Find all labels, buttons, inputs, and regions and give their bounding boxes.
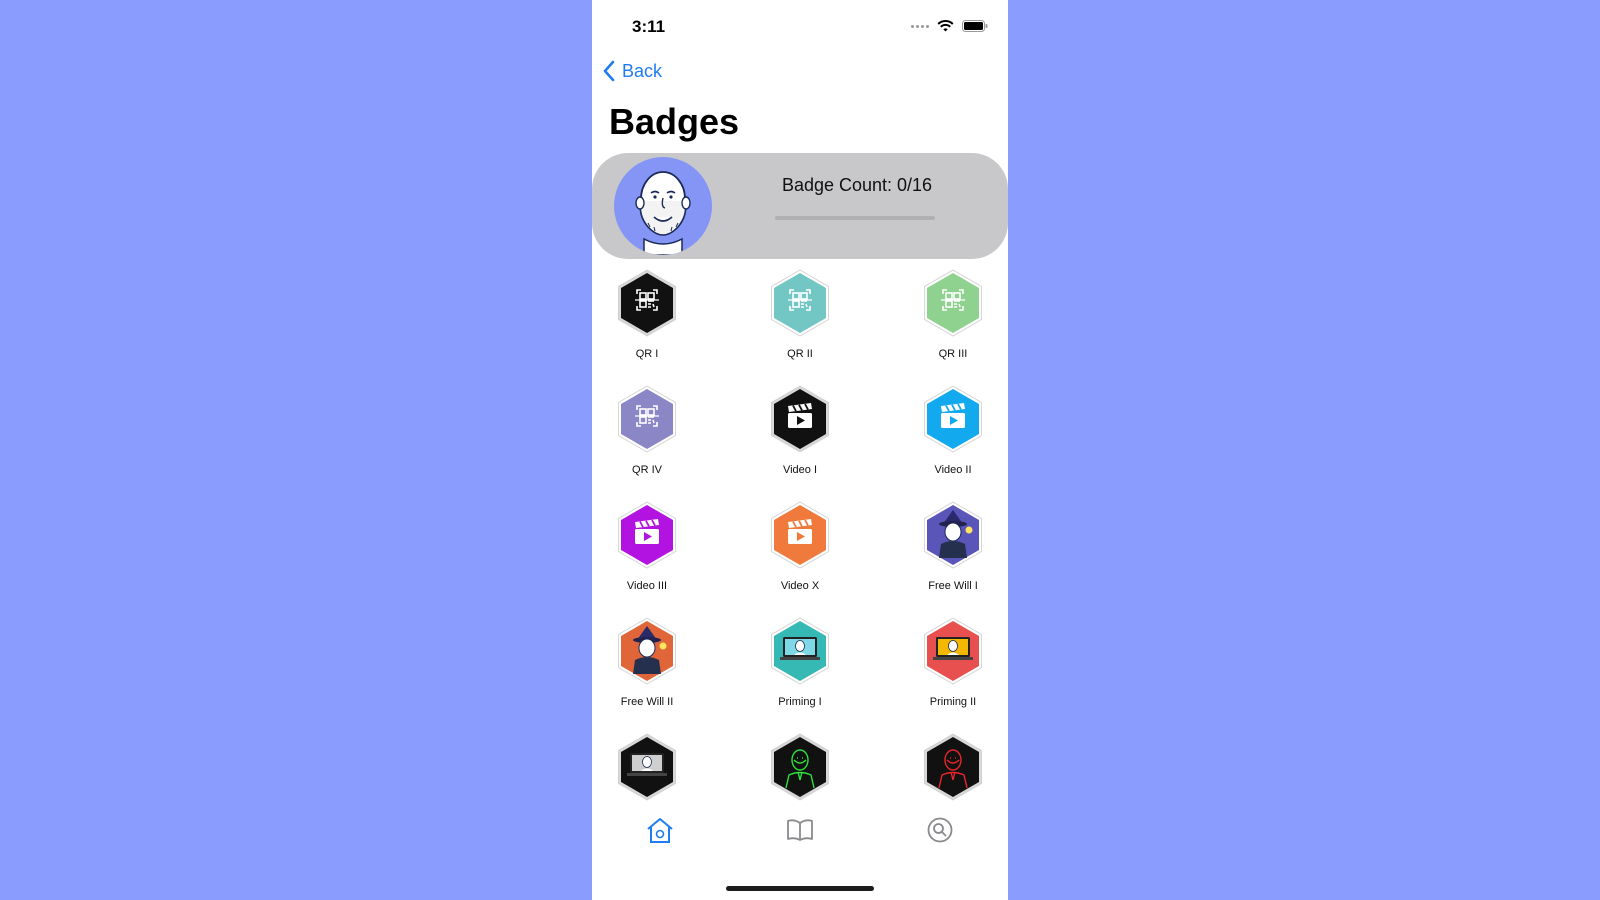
badge-item[interactable] (592, 732, 702, 808)
monitor-portrait-icon (771, 617, 829, 685)
avatar-illustration (635, 171, 691, 255)
badge-item[interactable]: QR I (592, 268, 702, 378)
profile-card: Badge Count: 0/16 (592, 153, 1008, 259)
page-title: Badges (609, 101, 740, 142)
wizard-portrait-icon (618, 617, 676, 685)
status-bar: 3:11 (592, 0, 1008, 50)
phone-screen: 3:11 Back Badges Badge Count: 0/16 QR I … (592, 0, 1008, 900)
clapperboard-icon (771, 385, 829, 453)
badge-item[interactable]: Video III (592, 500, 702, 610)
avatar (614, 157, 712, 255)
wifi-icon (937, 20, 954, 32)
badge-label: QR III (938, 348, 968, 360)
badge-item[interactable] (898, 732, 1008, 808)
monitor-portrait-icon (618, 733, 676, 801)
qr-code-icon (771, 269, 829, 337)
badge-label: Video X (780, 580, 820, 592)
cellular-signal-icon (911, 24, 929, 28)
badge-count: Badge Count: 0/16 (781, 175, 933, 195)
status-indicators (911, 20, 988, 32)
badge-label: QR IV (632, 464, 662, 476)
tab-search[interactable] (920, 810, 960, 850)
back-label: Back (622, 60, 663, 81)
tab-home[interactable] (640, 810, 680, 850)
badge-item[interactable] (745, 732, 855, 808)
badge-item[interactable]: Free Will I (898, 500, 1008, 610)
badge-label: Priming II (929, 696, 977, 708)
badge-item[interactable]: Priming II (898, 616, 1008, 726)
badge-item[interactable]: QR III (898, 268, 1008, 378)
tab-bar (592, 810, 1008, 860)
clapperboard-icon (771, 501, 829, 569)
neon-portrait-icon (771, 733, 829, 801)
badge-item[interactable]: Video I (745, 384, 855, 494)
home-indicator[interactable] (726, 886, 874, 891)
badge-label: Video II (934, 464, 972, 476)
monitor-portrait-icon (924, 617, 982, 685)
qr-code-icon (924, 269, 982, 337)
badge-item[interactable]: QR IV (592, 384, 702, 494)
clapperboard-icon (924, 385, 982, 453)
badge-item[interactable]: Video II (898, 384, 1008, 494)
search-icon (927, 817, 953, 843)
badge-label: Priming I (778, 696, 822, 708)
book-icon (787, 819, 813, 841)
badge-item[interactable]: Free Will II (592, 616, 702, 726)
badge-label: QR II (787, 348, 813, 360)
badge-label: Free Will I (928, 580, 978, 592)
badge-label: Video III (626, 580, 668, 592)
badge-item[interactable]: Priming I (745, 616, 855, 726)
wizard-portrait-icon (924, 501, 982, 569)
badge-progress-bar (775, 216, 935, 220)
badge-grid: QR I QR II QR III QR IV Video I Video II Video… (592, 268, 1008, 808)
qr-code-icon (618, 269, 676, 337)
back-button[interactable]: Back (602, 60, 662, 82)
battery-icon (962, 20, 988, 32)
clapperboard-icon (618, 501, 676, 569)
status-time: 3:11 (632, 17, 666, 36)
badge-item[interactable]: Video X (745, 500, 855, 610)
chevron-left-icon (603, 60, 615, 82)
badge-item[interactable]: QR II (745, 268, 855, 378)
qr-code-icon (618, 385, 676, 453)
badge-label: QR I (635, 348, 659, 360)
tab-library[interactable] (780, 810, 820, 850)
home-icon (647, 818, 673, 843)
badge-label: Free Will II (620, 696, 674, 708)
badge-label: Video I (782, 464, 818, 476)
neon-portrait-icon (924, 733, 982, 801)
